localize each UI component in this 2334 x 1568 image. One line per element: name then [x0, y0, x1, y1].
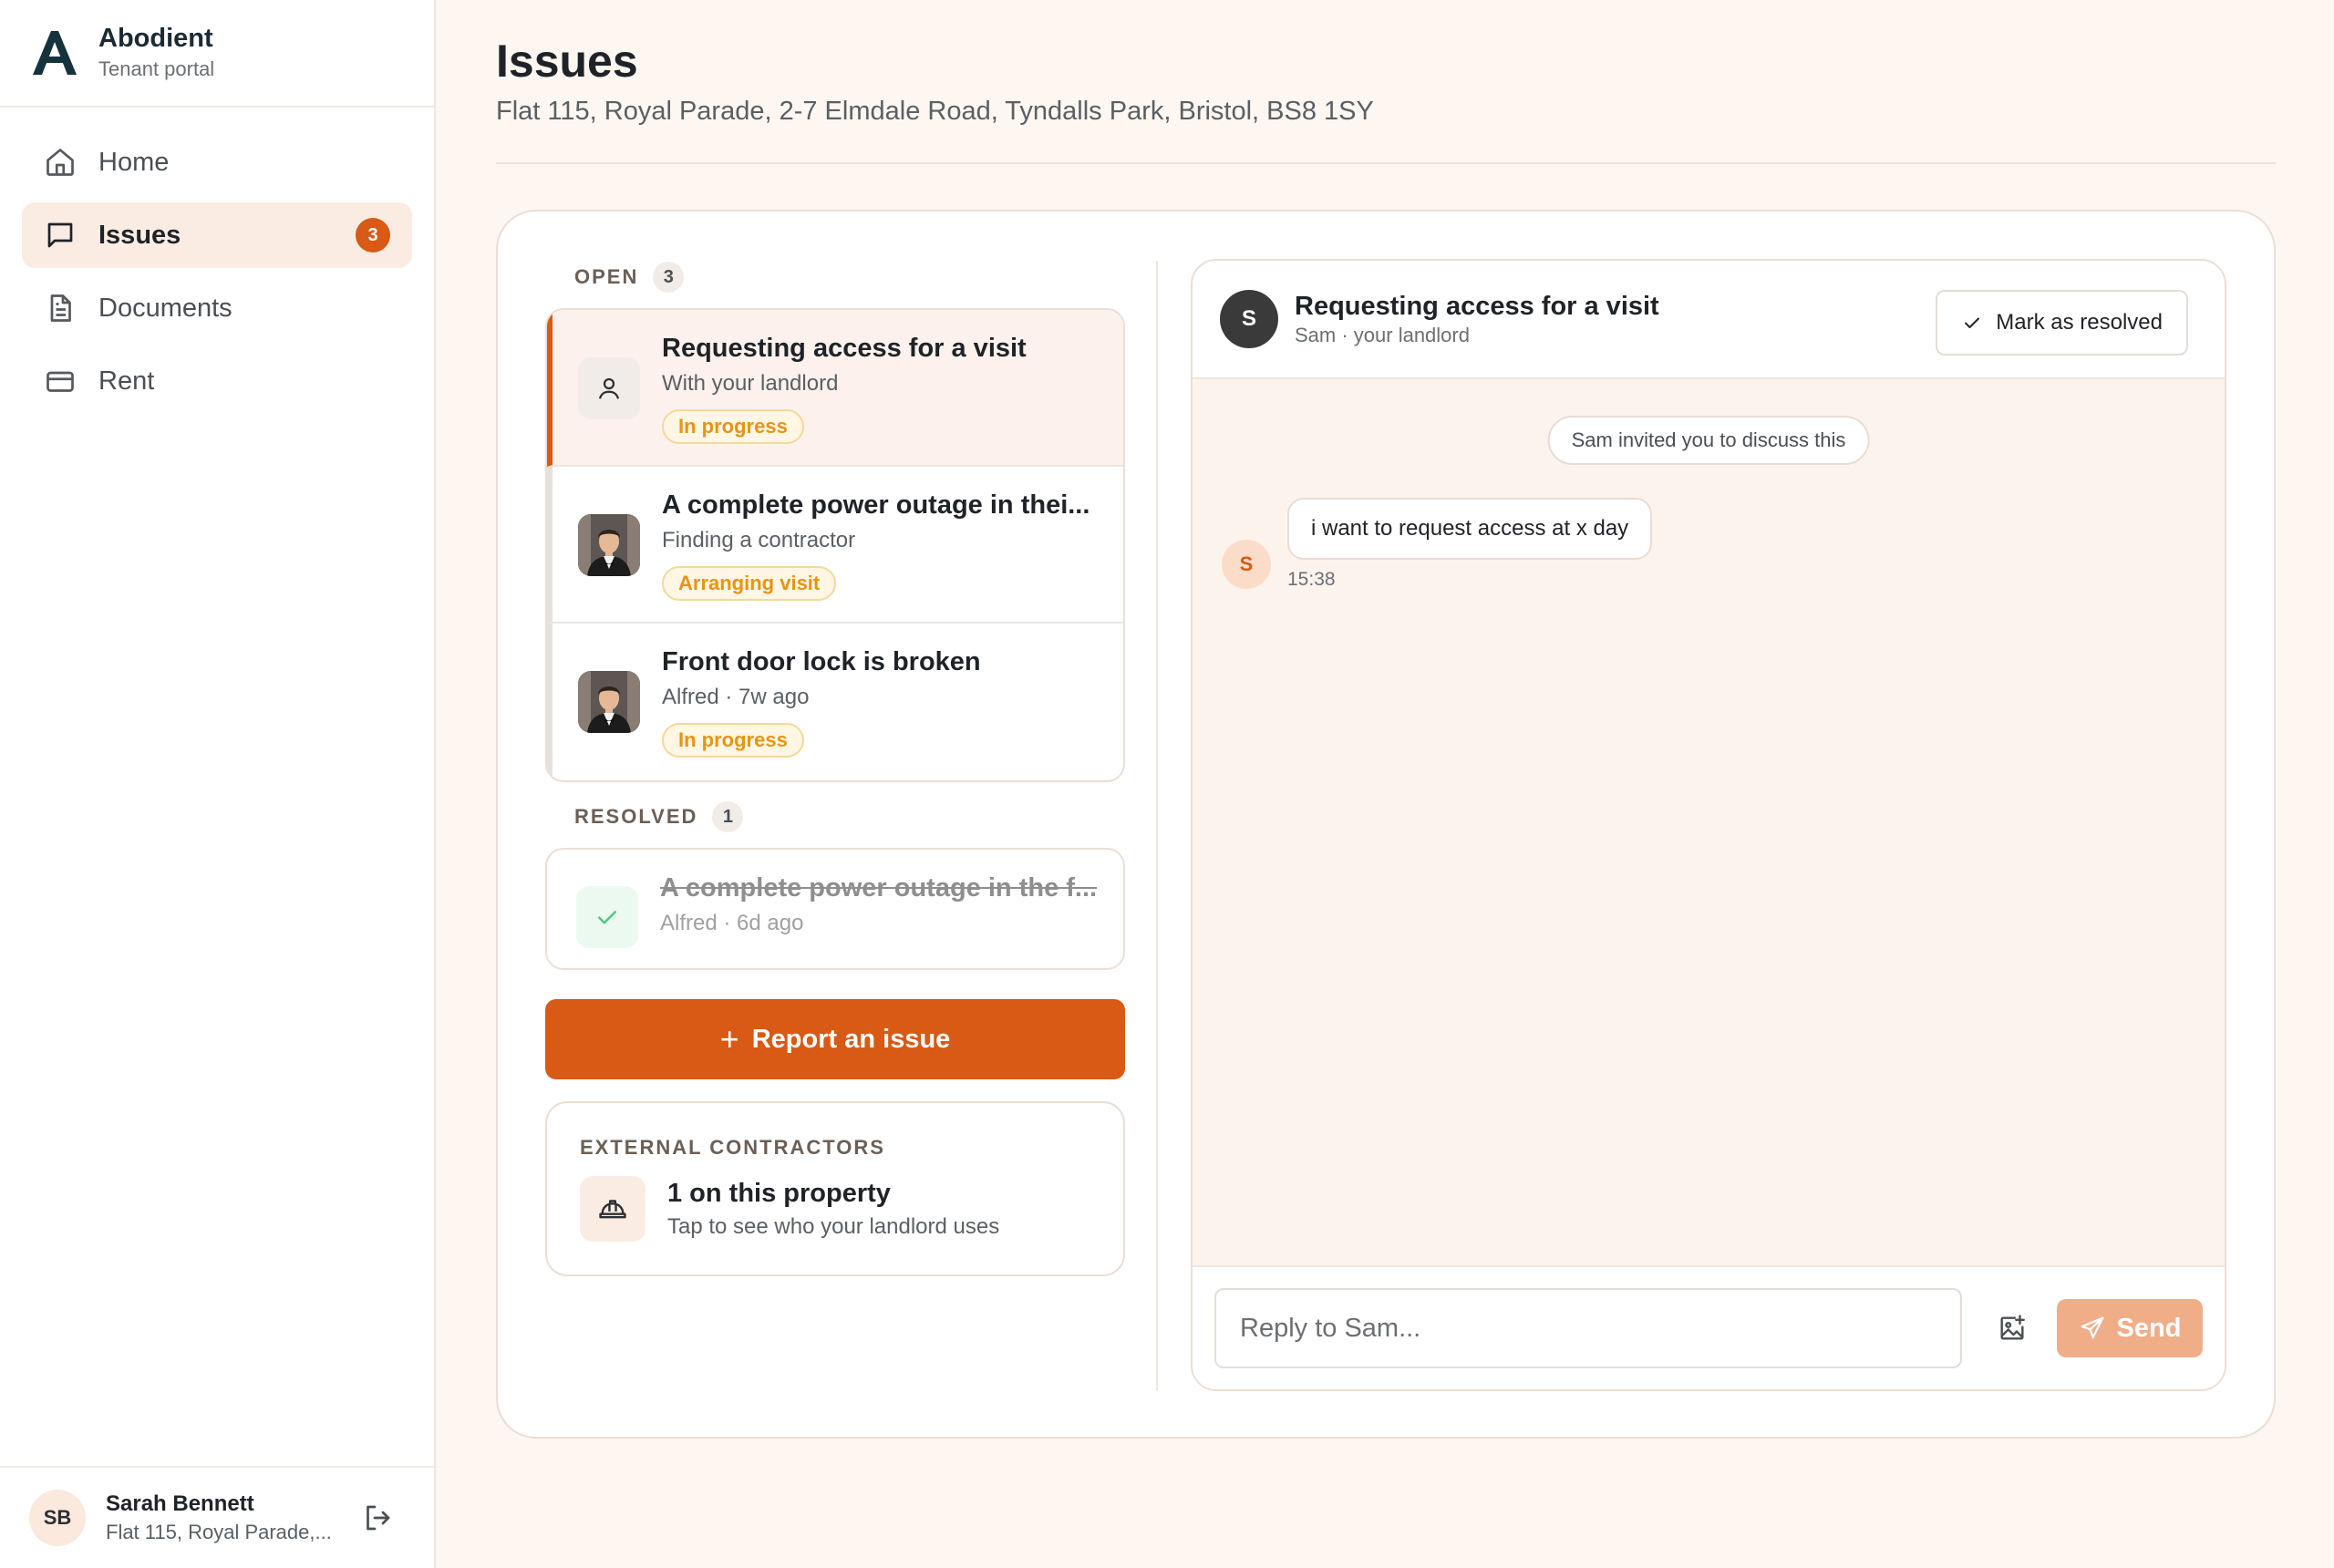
- brand[interactable]: Abodient Tenant portal: [0, 0, 434, 108]
- card-icon: [46, 371, 74, 392]
- logout-icon[interactable]: [361, 1501, 394, 1534]
- issue-subtitle: With your landlord: [662, 371, 839, 396]
- brand-subtitle: Tenant portal: [98, 57, 215, 80]
- send-button[interactable]: Send: [2057, 1299, 2203, 1357]
- reply-input[interactable]: [1214, 1288, 1962, 1368]
- sidebar-item-label: Issues: [98, 220, 181, 250]
- conversation-header: S Requesting access for a visit Sam · yo…: [1193, 261, 2225, 379]
- issues-count-badge: 3: [356, 218, 390, 253]
- main-nav: Home Issues 3 Documents Rent: [0, 108, 434, 443]
- app-root: Abodient Tenant portal Home Issues 3 Doc…: [0, 0, 2334, 1568]
- mark-resolved-label: Mark as resolved: [1996, 310, 2163, 335]
- avatar: S: [1222, 540, 1271, 589]
- issue-thumbnail: [578, 357, 640, 419]
- resolved-count: 1: [712, 801, 744, 832]
- issues-card: OPEN 3 Requesting access for a visit Wit…: [496, 210, 2276, 1439]
- person-icon: [598, 377, 620, 399]
- open-section-header: OPEN 3: [545, 259, 1125, 295]
- open-label: OPEN: [574, 265, 639, 288]
- issue-title: A complete power outage in the f...: [660, 873, 1098, 903]
- contractor-avatar-icon: [578, 514, 640, 576]
- avatar: S: [1220, 290, 1278, 348]
- message-thread: Sam invited you to discuss this S i want…: [1193, 379, 2225, 1265]
- sidebar-item-label: Documents: [98, 293, 232, 323]
- open-issues-list: Requesting access for a visit With your …: [545, 308, 1125, 782]
- issue-subtitle: Alfred · 6d ago: [660, 911, 804, 935]
- message-row: S i want to request access at x day 15:3…: [1222, 498, 1653, 591]
- document-icon: [50, 294, 71, 322]
- image-plus-icon: [2000, 1315, 2025, 1340]
- message-timestamp: 15:38: [1287, 569, 1336, 590]
- attach-image-button[interactable]: [1988, 1304, 2037, 1353]
- report-issue-label: Report an issue: [751, 1024, 951, 1054]
- issue-thumbnail: [578, 514, 640, 576]
- issue-title: A complete power outage in thei...: [662, 490, 1090, 520]
- avatar: SB: [29, 1490, 86, 1546]
- system-message: Sam invited you to discuss this: [1547, 416, 1870, 465]
- contractors-label: EXTERNAL CONTRACTORS: [580, 1136, 885, 1159]
- issue-title: Front door lock is broken: [662, 647, 981, 676]
- sidebar-item-label: Rent: [98, 366, 155, 396]
- issue-thumbnail: [578, 671, 640, 733]
- property-address: Flat 115, Royal Parade, 2-7 Elmdale Road…: [496, 97, 1374, 126]
- issue-subtitle: Finding a contractor: [662, 528, 856, 552]
- page-title: Issues: [496, 36, 638, 87]
- list-item[interactable]: A complete power outage in the f... Alfr…: [545, 848, 1125, 970]
- issue-thumbnail: [576, 886, 638, 948]
- user-profile[interactable]: SB Sarah Bennett Flat 115, Royal Parade,…: [0, 1466, 434, 1568]
- resolved-label: RESOLVED: [574, 805, 698, 828]
- home-icon: [46, 149, 74, 176]
- sidebar: Abodient Tenant portal Home Issues 3 Doc…: [0, 0, 436, 1568]
- contractors-subtitle: Tap to see who your landlord uses: [667, 1213, 1000, 1239]
- report-issue-button[interactable]: + Report an issue: [545, 999, 1125, 1079]
- sidebar-item-label: Home: [98, 147, 170, 177]
- issue-subtitle: Alfred · 7w ago: [662, 685, 810, 709]
- message-bubble: i want to request access at x day: [1287, 498, 1653, 560]
- plus-icon: +: [719, 1020, 739, 1057]
- main-content: Issues Flat 115, Royal Parade, 2-7 Elmda…: [436, 0, 2334, 1568]
- conversation-title: Requesting access for a visit: [1295, 291, 1659, 321]
- user-address: Flat 115, Royal Parade,...: [106, 1521, 332, 1543]
- user-name: Sarah Bennett: [106, 1491, 254, 1516]
- status-badge: In progress: [662, 409, 804, 444]
- message-icon: [47, 222, 73, 248]
- check-icon: [1965, 317, 1980, 328]
- resolved-section-header: RESOLVED 1: [545, 799, 1125, 835]
- abodient-logo-icon: [33, 31, 77, 75]
- issues-list-column: OPEN 3 Requesting access for a visit Wit…: [545, 259, 1125, 1276]
- status-badge: In progress: [662, 723, 804, 758]
- conversation-panel: S Requesting access for a visit Sam · yo…: [1191, 259, 2226, 1391]
- send-icon: [2081, 1316, 2103, 1339]
- contractor-avatar-icon: [578, 671, 640, 733]
- list-item[interactable]: A complete power outage in thei... Findi…: [547, 467, 1123, 624]
- list-item[interactable]: Requesting access for a visit With your …: [547, 310, 1123, 467]
- issue-title: Requesting access for a visit: [662, 334, 1027, 363]
- external-contractors-card[interactable]: EXTERNAL CONTRACTORS 1 on this property …: [545, 1101, 1125, 1276]
- send-label: Send: [2116, 1313, 2182, 1343]
- sidebar-item-documents[interactable]: Documents: [22, 275, 412, 341]
- mark-resolved-button[interactable]: Mark as resolved: [1936, 290, 2188, 356]
- sidebar-item-home[interactable]: Home: [22, 129, 412, 195]
- check-icon: [598, 911, 616, 924]
- list-item[interactable]: Front door lock is broken Alfred · 7w ag…: [547, 624, 1123, 780]
- message-composer: Send: [1193, 1265, 2225, 1389]
- hardhat-icon: [580, 1176, 645, 1242]
- sidebar-item-rent[interactable]: Rent: [22, 348, 412, 414]
- sidebar-item-issues[interactable]: Issues 3: [22, 202, 412, 268]
- header-divider: [496, 162, 2276, 164]
- status-badge: Arranging visit: [662, 566, 837, 601]
- column-divider: [1156, 261, 1158, 1391]
- conversation-subtitle: Sam · your landlord: [1295, 323, 1470, 346]
- open-count: 3: [653, 262, 685, 293]
- brand-name: Abodient: [98, 24, 213, 54]
- contractors-title: 1 on this property: [667, 1178, 891, 1208]
